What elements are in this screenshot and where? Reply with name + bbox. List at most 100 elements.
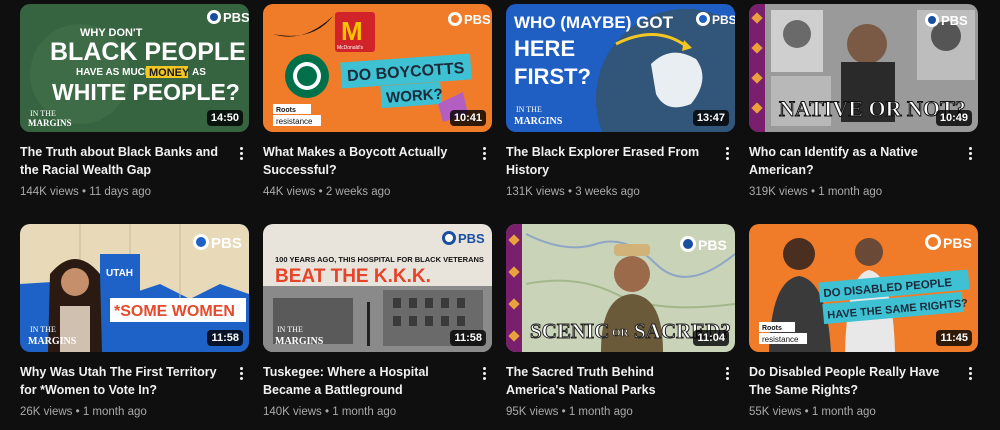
pbs-text: PBS (712, 13, 735, 27)
video-title[interactable]: Tuskegee: Where a Hospital Became a Batt… (263, 363, 470, 399)
pbs-logo-icon: PBS (925, 234, 972, 251)
video-meta: Why Was Utah The First Territory for *Wo… (20, 363, 249, 420)
video-duration: 14:50 (206, 110, 243, 126)
video-card[interactable]: PBS NATIVE OR NOT? 10:49 Who can Identif… (749, 4, 978, 210)
video-stats: 140K views • 1 month ago (263, 406, 397, 418)
more-options-icon[interactable] (719, 143, 735, 163)
brand-text: Roots (276, 107, 296, 114)
video-stats: 319K views • 1 month ago (749, 186, 883, 198)
brand-text: IN THE (516, 105, 542, 114)
more-options-icon[interactable] (962, 143, 978, 163)
more-options-icon[interactable] (476, 363, 492, 383)
brand-text: MARGINS (514, 116, 563, 127)
video-duration: 11:45 (936, 330, 972, 346)
pbs-logo-icon: PBS (696, 12, 735, 27)
video-meta: What Makes a Boycott Actually Successful… (263, 143, 492, 200)
video-duration: 11:58 (207, 330, 243, 346)
video-duration: 11:58 (450, 330, 486, 346)
brand-text: MARGINS (275, 336, 324, 347)
video-title[interactable]: Do Disabled People Really Have The Same … (749, 363, 956, 399)
thumb-text: WHO (MAYBE) GOT (514, 13, 674, 32)
pbs-logo-icon: PBS (680, 236, 727, 253)
brand-text: Roots (762, 325, 782, 332)
thumb-text: *SOME WOMEN (114, 303, 235, 320)
video-grid: PBS WHY DON'T BLACK PEOPLE HAVE AS MUCH … (20, 4, 978, 430)
pbs-text: PBS (943, 235, 972, 251)
more-options-icon[interactable] (719, 363, 735, 383)
video-thumbnail[interactable]: PBS WHY DON'T BLACK PEOPLE HAVE AS MUCH … (20, 4, 249, 132)
video-title[interactable]: What Makes a Boycott Actually Successful… (263, 143, 470, 179)
video-stats: 44K views • 2 weeks ago (263, 186, 391, 198)
video-title[interactable]: The Sacred Truth Behind America's Nation… (506, 363, 713, 399)
brand-text: resistance (276, 117, 313, 126)
video-card[interactable]: UTAH PBS *SOME WOMEN IN THE MARGINS 11:5… (20, 224, 249, 430)
thumb-text: UTAH (106, 268, 133, 279)
video-card[interactable]: PBS WHY DON'T BLACK PEOPLE HAVE AS MUCH … (20, 4, 249, 210)
brand-text: IN THE (277, 325, 303, 334)
thumb-text: WHITE PEOPLE? (52, 79, 240, 105)
pbs-logo-icon: PBS (925, 13, 968, 28)
video-stats: 131K views • 3 weeks ago (506, 186, 640, 198)
video-thumbnail[interactable]: PBS NATIVE OR NOT? 10:49 (749, 4, 978, 132)
video-thumbnail[interactable]: PBS 100 YEARS AGO, THIS HOSPITAL FOR BLA… (263, 224, 492, 352)
brand-text: resistance (762, 335, 799, 344)
brand-text: MARGINS (28, 118, 72, 128)
video-duration: 10:41 (449, 110, 486, 126)
thumb-text: BLACK PEOPLE (50, 38, 246, 66)
video-meta: The Sacred Truth Behind America's Nation… (506, 363, 735, 420)
video-title[interactable]: Who can Identify as a Native American? (749, 143, 956, 179)
video-stats: 144K views • 11 days ago (20, 186, 152, 198)
more-options-icon[interactable] (233, 143, 249, 163)
video-stats: 55K views • 1 month ago (749, 406, 876, 418)
video-thumbnail[interactable]: PBS SCENIC OR SACRED? 11:04 (506, 224, 735, 352)
brand-text: MARGINS (28, 336, 77, 347)
thumb-text: MONEY (149, 67, 190, 79)
video-card[interactable]: PBS 100 YEARS AGO, THIS HOSPITAL FOR BLA… (263, 224, 492, 430)
svg-text:M: M (341, 16, 363, 46)
video-stats: 26K views • 1 month ago (20, 406, 147, 418)
pbs-logo-icon: PBS (442, 231, 485, 246)
pbs-text: PBS (941, 13, 968, 28)
video-duration: 11:04 (693, 330, 729, 346)
video-stats: 95K views • 1 month ago (506, 406, 633, 418)
more-options-icon[interactable] (476, 143, 492, 163)
thumb-text: FIRST? (514, 64, 591, 89)
more-options-icon[interactable] (233, 363, 249, 383)
video-thumbnail[interactable]: UTAH PBS *SOME WOMEN IN THE MARGINS 11:5… (20, 224, 249, 352)
video-title[interactable]: The Truth about Black Banks and the Raci… (20, 143, 227, 179)
video-meta: The Black Explorer Erased From History 1… (506, 143, 735, 200)
video-meta: The Truth about Black Banks and the Raci… (20, 143, 249, 200)
video-meta: Do Disabled People Really Have The Same … (749, 363, 978, 420)
thumb-text: SCENIC (530, 319, 609, 343)
pbs-text: PBS (211, 235, 242, 252)
video-title[interactable]: Why Was Utah The First Territory for *Wo… (20, 363, 227, 399)
video-duration: 10:49 (935, 110, 972, 126)
video-thumbnail[interactable]: PBS DO DISABLED PEOPLE HAVE THE SAME RIG… (749, 224, 978, 352)
thumb-text: AS (192, 67, 206, 78)
logo-text: McDonald's (337, 45, 363, 51)
video-card[interactable]: PBS WHO (MAYBE) GOT HERE FIRST? IN THE M… (506, 4, 735, 210)
pbs-logo-icon: PBS (207, 10, 249, 25)
pbs-text: PBS (223, 10, 249, 25)
more-options-icon[interactable] (962, 363, 978, 383)
thumb-text: OR (612, 327, 630, 339)
thumb-text: 100 YEARS AGO, THIS HOSPITAL FOR BLACK V… (275, 255, 484, 264)
video-thumbnail[interactable]: PBS WHO (MAYBE) GOT HERE FIRST? IN THE M… (506, 4, 735, 132)
video-title[interactable]: The Black Explorer Erased From History (506, 143, 713, 179)
pbs-logo-icon: PBS (448, 12, 491, 27)
video-meta: Who can Identify as a Native American? 3… (749, 143, 978, 200)
video-meta: Tuskegee: Where a Hospital Became a Batt… (263, 363, 492, 420)
pbs-text: PBS (458, 231, 485, 246)
video-card[interactable]: M McDonald's PBS DO BOYCOTTS WORK? Roots (263, 4, 492, 210)
video-card[interactable]: PBS SCENIC OR SACRED? 11:04 The Sacred T… (506, 224, 735, 430)
brand-text: IN THE (30, 325, 56, 334)
thumb-text: BEAT THE K.K.K. (275, 266, 431, 287)
video-thumbnail[interactable]: M McDonald's PBS DO BOYCOTTS WORK? Roots (263, 4, 492, 132)
brand-text: IN THE (30, 109, 56, 118)
pbs-text: PBS (698, 237, 727, 253)
pbs-logo-icon: PBS (193, 234, 242, 252)
video-card[interactable]: PBS DO DISABLED PEOPLE HAVE THE SAME RIG… (749, 224, 978, 430)
thumb-text: HAVE AS MUCH (76, 67, 152, 78)
thumb-text: HERE (514, 36, 575, 61)
video-duration: 13:47 (692, 110, 729, 126)
